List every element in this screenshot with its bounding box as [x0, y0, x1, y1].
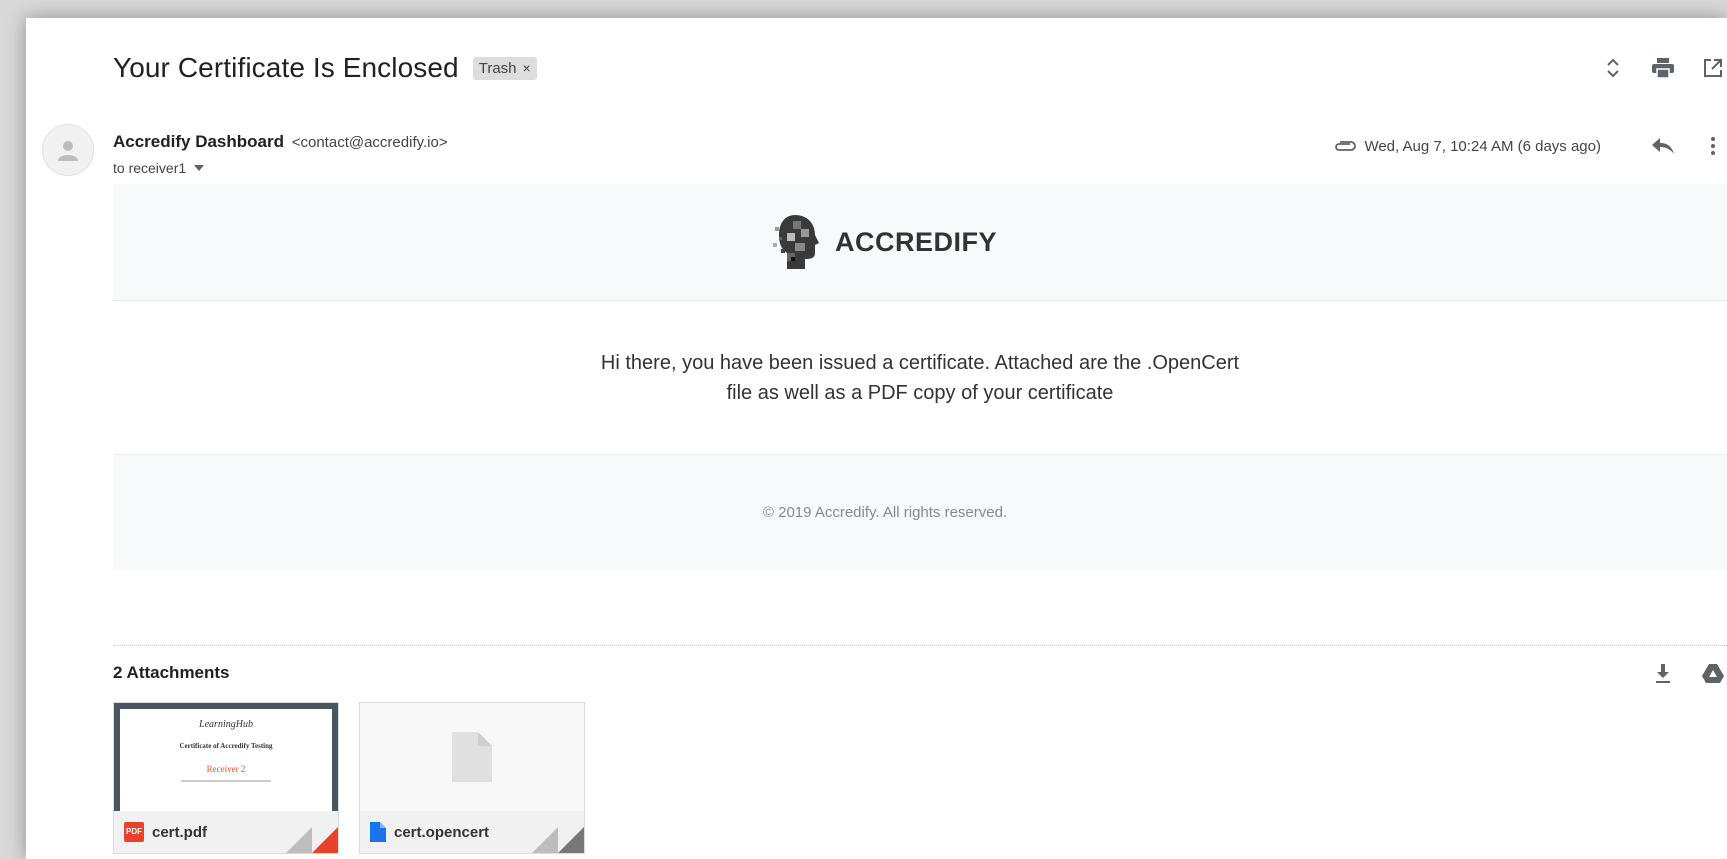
attachments-divider [113, 645, 1727, 646]
attachments-title: 2 Attachments [113, 663, 230, 682]
email-window: Your Certificate Is Enclosed Trash × Acc… [26, 18, 1727, 859]
label-text: Trash [478, 59, 517, 77]
pdf-badge-icon: PDF [124, 822, 144, 842]
corner-fold-shadow [286, 827, 312, 853]
reply-icon[interactable] [1649, 132, 1677, 160]
sender-line: Accredify Dashboard <contact@accredify.i… [113, 132, 448, 152]
copyright-text: © 2019 Accredify. All rights reserved. [762, 503, 1008, 521]
chevron-down-icon [194, 165, 205, 171]
attachment-name: cert.pdf [152, 823, 208, 841]
message-band: Hi there, you have been issued a certifi… [113, 301, 1727, 455]
preview-title: Certificate of Accredify Testing [179, 742, 273, 750]
brand-logo: ACCREDIFY [772, 213, 997, 271]
sender-avatar[interactable] [42, 124, 94, 176]
email-subject: Your Certificate Is Enclosed [113, 52, 459, 83]
expand-collapse-icon[interactable] [1599, 54, 1627, 82]
remove-label-icon[interactable]: × [523, 60, 531, 76]
more-vert-icon[interactable] [1699, 132, 1727, 160]
pdf-thumbnail: LearningHub Certificate of Accredify Tes… [114, 703, 338, 811]
file-type-icon [370, 822, 386, 842]
download-all-icon[interactable] [1649, 660, 1677, 688]
pdf-page-preview: LearningHub Certificate of Accredify Tes… [120, 709, 332, 811]
email-message: Hi there, you have been issued a certifi… [600, 351, 1240, 404]
preview-logo: LearningHub [199, 719, 253, 730]
top-toolbar [1599, 54, 1727, 82]
attachment-actions [1649, 660, 1727, 688]
email-footer-band: © 2019 Accredify. All rights reserved. [113, 455, 1727, 569]
attachment-name: cert.opencert [394, 823, 490, 841]
trash-label-chip[interactable]: Trash × [472, 56, 537, 80]
message-date: Wed, Aug 7, 10:24 AM (6 days ago) [1364, 137, 1601, 155]
person-icon [58, 141, 78, 161]
corner-fold [558, 827, 584, 853]
message-meta: Wed, Aug 7, 10:24 AM (6 days ago) [1334, 132, 1727, 160]
corner-fold [312, 827, 338, 853]
preview-text-line [181, 780, 271, 782]
open-new-window-icon[interactable] [1699, 54, 1727, 82]
save-to-drive-icon[interactable] [1699, 660, 1727, 688]
file-thumbnail [360, 703, 584, 811]
accredify-logo-icon [772, 215, 819, 269]
attachment-card-pdf[interactable]: LearningHub Certificate of Accredify Tes… [113, 702, 339, 854]
print-icon[interactable] [1649, 54, 1677, 82]
email-body: ACCREDIFY Hi there, you have been issued… [113, 184, 1727, 569]
sender-name[interactable]: Accredify Dashboard [113, 132, 284, 151]
recipients-toggle[interactable]: to receiver1 [113, 160, 205, 176]
subject-row: Your Certificate Is Enclosed Trash × [113, 48, 537, 88]
brand-name: ACCREDIFY [834, 226, 997, 257]
corner-fold-shadow [532, 827, 558, 853]
sender-email: <contact@accredify.io> [291, 134, 448, 151]
recipients-text: to receiver1 [113, 160, 187, 176]
paperclip-icon [1335, 141, 1357, 151]
attachment-card-opencert[interactable]: cert.opencert [359, 702, 585, 854]
generic-file-icon [452, 732, 492, 782]
email-header-band: ACCREDIFY [113, 184, 1727, 301]
preview-recipient: Receiver 2 [206, 764, 246, 774]
